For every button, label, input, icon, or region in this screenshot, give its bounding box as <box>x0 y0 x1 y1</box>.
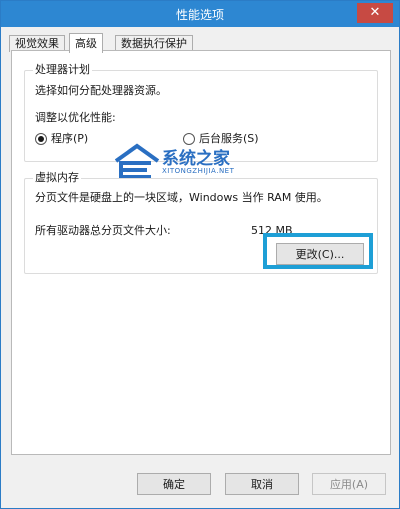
cancel-button[interactable]: 取消 <box>225 473 299 495</box>
close-icon: ✕ <box>369 5 381 20</box>
close-button[interactable]: ✕ <box>357 3 393 23</box>
radio-selected-dot <box>38 136 44 142</box>
watermark-subtext: XITONGZHIJIA.NET <box>162 167 235 175</box>
watermark-house-icon <box>114 143 160 179</box>
watermark-text: 系统之家 <box>162 149 230 169</box>
tab-advanced[interactable]: 高级 <box>69 33 103 53</box>
window-title: 性能选项 <box>175 8 224 22</box>
watermark-logo: 系统之家 XITONGZHIJIA.NET <box>114 143 264 183</box>
processor-description: 选择如何分配处理器资源。 <box>35 84 167 97</box>
title-bar[interactable]: 性能选项 ✕ <box>1 1 399 27</box>
virtual-memory-group-title: 虚拟内存 <box>33 171 81 185</box>
ok-button[interactable]: 确定 <box>137 473 211 495</box>
apply-button: 应用(A) <box>312 473 386 495</box>
programs-radio[interactable] <box>35 133 47 145</box>
processor-group-title: 处理器计划 <box>33 63 92 77</box>
optimize-label: 调整以优化性能: <box>35 111 116 124</box>
highlight-box <box>263 233 373 269</box>
total-paging-size-label: 所有驱动器总分页文件大小: <box>35 224 171 237</box>
virtual-memory-description: 分页文件是硬盘上的一块区域，Windows 当作 RAM 使用。 <box>35 191 328 204</box>
programs-radio-label[interactable]: 程序(P) <box>51 132 88 146</box>
